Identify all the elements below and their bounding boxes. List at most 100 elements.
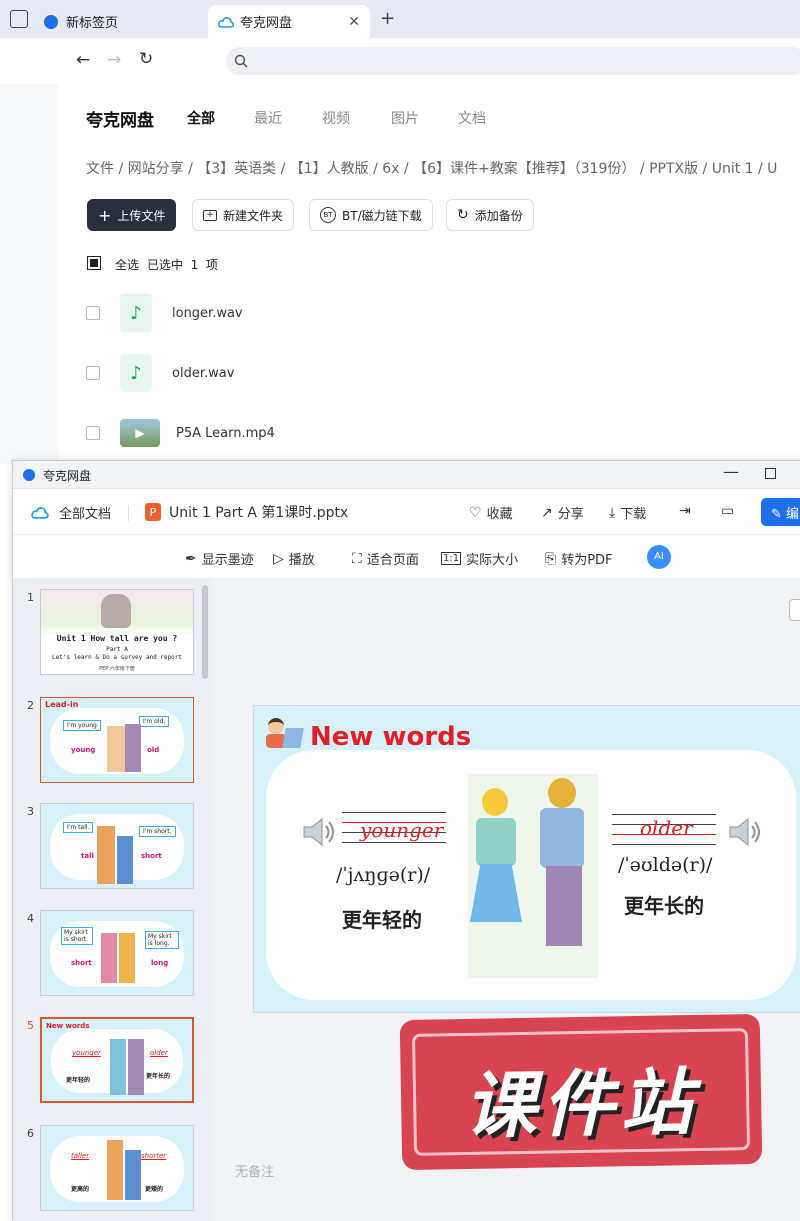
slide-thumbnail-4[interactable]: My skirt is short. My skirt is long. sho… [40,910,194,996]
slide-thumbnail-6[interactable]: taller shorter 更高的 更矮的 [40,1125,194,1211]
people-illustration [107,1140,123,1200]
slide-thumbnail-1[interactable]: Unit 1 How tall are you ? Part A Let's l… [40,589,194,675]
slide-canvas-area: New words younger /ˈjʌŋɡə(r)/ 更年轻的 older… [213,579,800,1221]
thumb-subtitle-2: Let's learn & Do a survey and report [51,654,183,661]
thumb-cn-left: 更高的 [71,1186,90,1193]
select-all-label[interactable]: 全选 [115,256,139,273]
plus-icon: + [98,205,112,225]
tab-all[interactable]: 全部 [187,108,215,128]
file-checkbox[interactable] [86,426,100,440]
app-logo-icon [23,469,35,481]
slide-thumbnail-3[interactable]: I'm tall. I'm short. tall short [40,803,194,889]
slide-thumbnail-2[interactable]: Lead-in I'm young I'm old. young old [40,697,194,783]
people-illustration [101,933,117,983]
share-icon: ↗ [541,504,553,521]
thumb-subtitle: Part A [106,646,128,653]
audio-file-icon: ♪ [120,354,152,392]
slide-number: 3 [27,805,34,818]
breadcrumb[interactable]: 文件 / 网站分享 / 【3】英语类 / 【1】人教版 / 6x / 【6】课件… [86,158,800,178]
thumb-bubble-left: I'm tall. [63,822,94,833]
bt-download-button[interactable]: BT BT/磁力链下载 [309,199,433,231]
viewer-header: 全部文档 P Unit 1 Part A 第1课时.pptx ♡ 收藏 ↗ 分享 ⤓… [13,489,800,535]
edit-button[interactable]: ✎ 编 [761,498,800,526]
add-backup-button[interactable]: ↻ 添加备份 [446,199,534,231]
bt-label: BT/磁力链下载 [342,208,422,223]
rabbit-illustration [101,594,131,628]
notes-placeholder: 无备注 [235,1165,275,1180]
current-slide[interactable]: New words younger /ˈjʌŋɡə(r)/ 更年轻的 older… [253,705,800,1013]
ai-assistant-button[interactable]: AI [647,545,671,569]
new-tab-button[interactable]: + [380,8,395,29]
thumbnail-scrollbar[interactable] [202,585,208,679]
download-label: 下载 [620,507,647,522]
file-checkbox[interactable] [86,306,100,320]
share-button[interactable]: ↗ 分享 [541,503,584,523]
pdf-icon: ⎘ [545,550,557,567]
convert-pdf-button[interactable]: ⎘ 转为PDF [545,549,613,569]
pptx-file-icon: P [145,503,161,521]
tab-quark-drive[interactable]: 夸克网盘 ✕ [208,5,370,38]
tab-search-icon[interactable] [10,10,28,28]
file-row[interactable]: ▶ P5A Learn.mp4 [86,411,786,455]
file-row[interactable]: ♪ longer.wav [86,291,786,335]
tab-document[interactable]: 文档 [458,108,486,128]
open-external-button[interactable]: ⇥ [679,503,696,519]
speaker-icon[interactable] [726,814,762,850]
browser-nav-bar: ← → ↻ [0,38,800,84]
tab-video[interactable]: 视频 [322,108,350,128]
maximize-icon[interactable] [765,468,776,479]
chinese-younger: 更年轻的 [342,908,422,932]
two-women-illustration [468,774,598,978]
slide-number: 4 [27,912,34,925]
people-illustration [128,1039,144,1095]
close-tab-icon[interactable]: ✕ [348,14,360,30]
side-panel-toggle-icon[interactable] [789,599,800,621]
reload-icon[interactable]: ↻ [139,49,153,69]
pdf-label: 转为PDF [561,553,613,568]
word-younger: younger [360,818,444,842]
file-row[interactable]: ♪ older.wav [86,351,786,395]
file-name-label: Unit 1 Part A 第1课时.pptx [169,505,349,521]
show-ink-button[interactable]: ✒ 显示墨迹 [185,549,254,569]
play-icon: ▷ [273,550,284,567]
play-button[interactable]: ▷ 播放 [273,549,315,569]
tab-recent[interactable]: 最近 [254,108,282,128]
tab-label: 夸克网盘 [240,16,293,31]
thumb-word-left: younger [72,1049,101,1057]
left-sidebar [0,84,58,464]
upload-button[interactable]: + 上传文件 [87,199,177,231]
file-name: P5A Learn.mp4 [176,425,275,441]
address-bar[interactable] [226,47,800,75]
drive-page [58,84,800,464]
all-documents-link[interactable]: 全部文档 [31,503,111,522]
slide-thumbnail-5[interactable]: New words younger older 更年轻的 更年长的 [40,1017,194,1103]
tab-label: 新标签页 [66,16,119,31]
tab-image[interactable]: 图片 [391,108,419,128]
forward-arrow-icon[interactable]: → [107,50,121,70]
favorite-button[interactable]: ♡ 收藏 [469,503,513,523]
drive-logo: 夸克网盘 [86,111,154,131]
thumb-word-right: older [150,1049,168,1057]
document-viewer-window: 夸克网盘 — 全部文档 P Unit 1 Part A 第1课时.pptx ♡ 收… [12,460,800,1221]
comment-button[interactable]: ▭ [721,503,739,519]
speaker-icon[interactable] [300,814,336,850]
people-illustration [107,726,125,772]
file-checkbox[interactable] [86,366,100,380]
folder-plus-icon: + [203,209,217,221]
backup-label: 添加备份 [474,208,523,223]
thumb-title: Unit 1 How tall are you ? [56,634,178,643]
sync-icon: ↻ [457,207,469,223]
thumb-bubble-left: My skirt is short. [61,927,93,945]
tab-new-tab[interactable]: 新标签页 [44,5,204,38]
thumb-heading: New words [46,1022,90,1030]
download-button[interactable]: ⤓ 下载 [609,503,647,523]
back-arrow-icon[interactable]: ← [76,50,90,70]
video-file-icon: ▶ [120,419,160,447]
minimize-icon[interactable]: — [723,462,739,481]
new-folder-button[interactable]: + 新建文件夹 [192,199,295,231]
phonetic-older: /ˈəʊldə(r)/ [618,854,713,876]
viewer-window-title: 夸克网盘 [43,469,92,483]
select-all-checkbox[interactable] [87,256,101,270]
actual-size-button[interactable]: 1:1 实际大小 [441,549,518,568]
fit-page-button[interactable]: ⛶ 适合页面 [352,549,419,569]
